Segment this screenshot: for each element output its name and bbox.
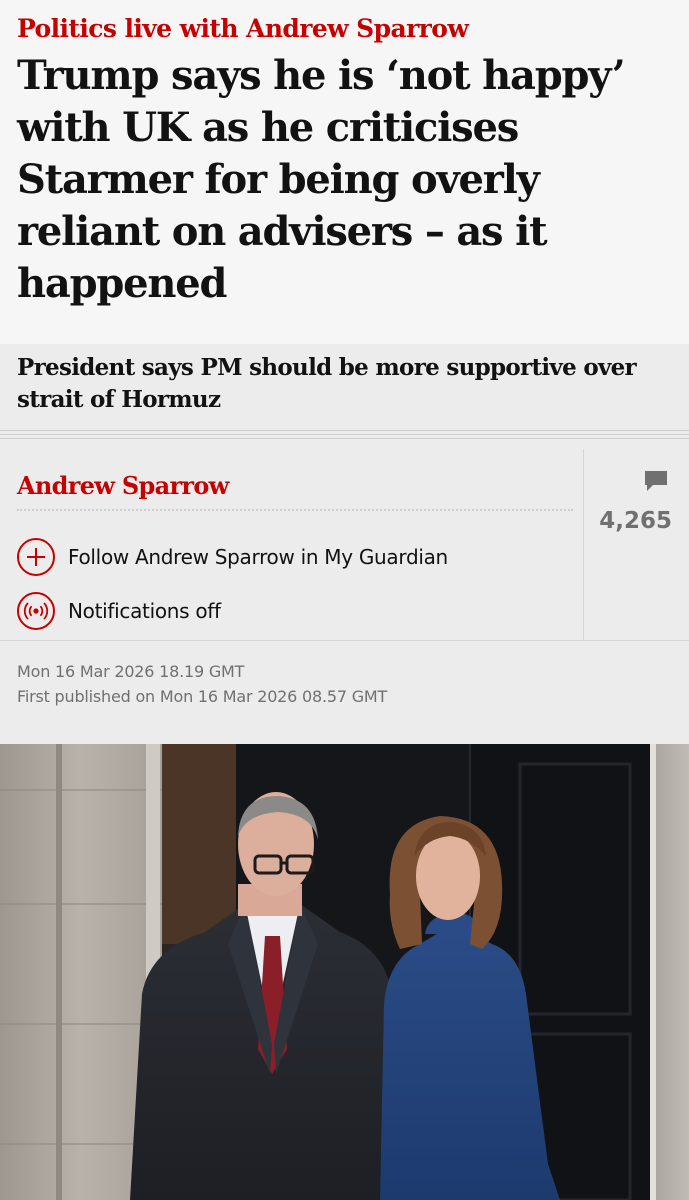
plus-circle-icon — [17, 538, 55, 576]
article-dates: Mon 16 Mar 2026 18.19 GMT First publishe… — [17, 659, 387, 709]
author-name[interactable]: Andrew Sparrow — [17, 471, 229, 500]
section-divider — [0, 430, 689, 439]
standfirst: President says PM should be more support… — [17, 354, 637, 413]
article-header: Politics live with Andrew Sparrow Trump … — [0, 0, 689, 344]
article-meta: Andrew Sparrow Follow Andrew Sparrow in … — [0, 439, 689, 744]
series-kicker[interactable]: Politics live with Andrew Sparrow — [17, 14, 469, 43]
first-published-date: First published on Mon 16 Mar 2026 08.57… — [17, 687, 388, 706]
article-headline: Trump says he is ‘not happy’ with UK as … — [17, 52, 626, 307]
lead-photo — [0, 744, 689, 1200]
broadcast-icon — [17, 592, 55, 630]
notifications-label: Notifications off — [68, 599, 221, 623]
comment-icon — [643, 469, 669, 497]
comments-link[interactable]: 4,265 — [585, 449, 689, 640]
dotted-divider — [17, 509, 573, 511]
standfirst-section: President says PM should be more support… — [0, 344, 689, 430]
updated-date: Mon 16 Mar 2026 18.19 GMT — [17, 662, 245, 681]
byline-area: Andrew Sparrow Follow Andrew Sparrow in … — [0, 449, 584, 640]
follow-author-label: Follow Andrew Sparrow in My Guardian — [68, 545, 448, 569]
follow-author-button[interactable]: Follow Andrew Sparrow in My Guardian — [17, 538, 448, 576]
lead-photo-image — [0, 744, 689, 1200]
comment-count: 4,265 — [599, 508, 672, 534]
meta-divider — [0, 640, 689, 641]
notifications-toggle[interactable]: Notifications off — [17, 592, 221, 630]
